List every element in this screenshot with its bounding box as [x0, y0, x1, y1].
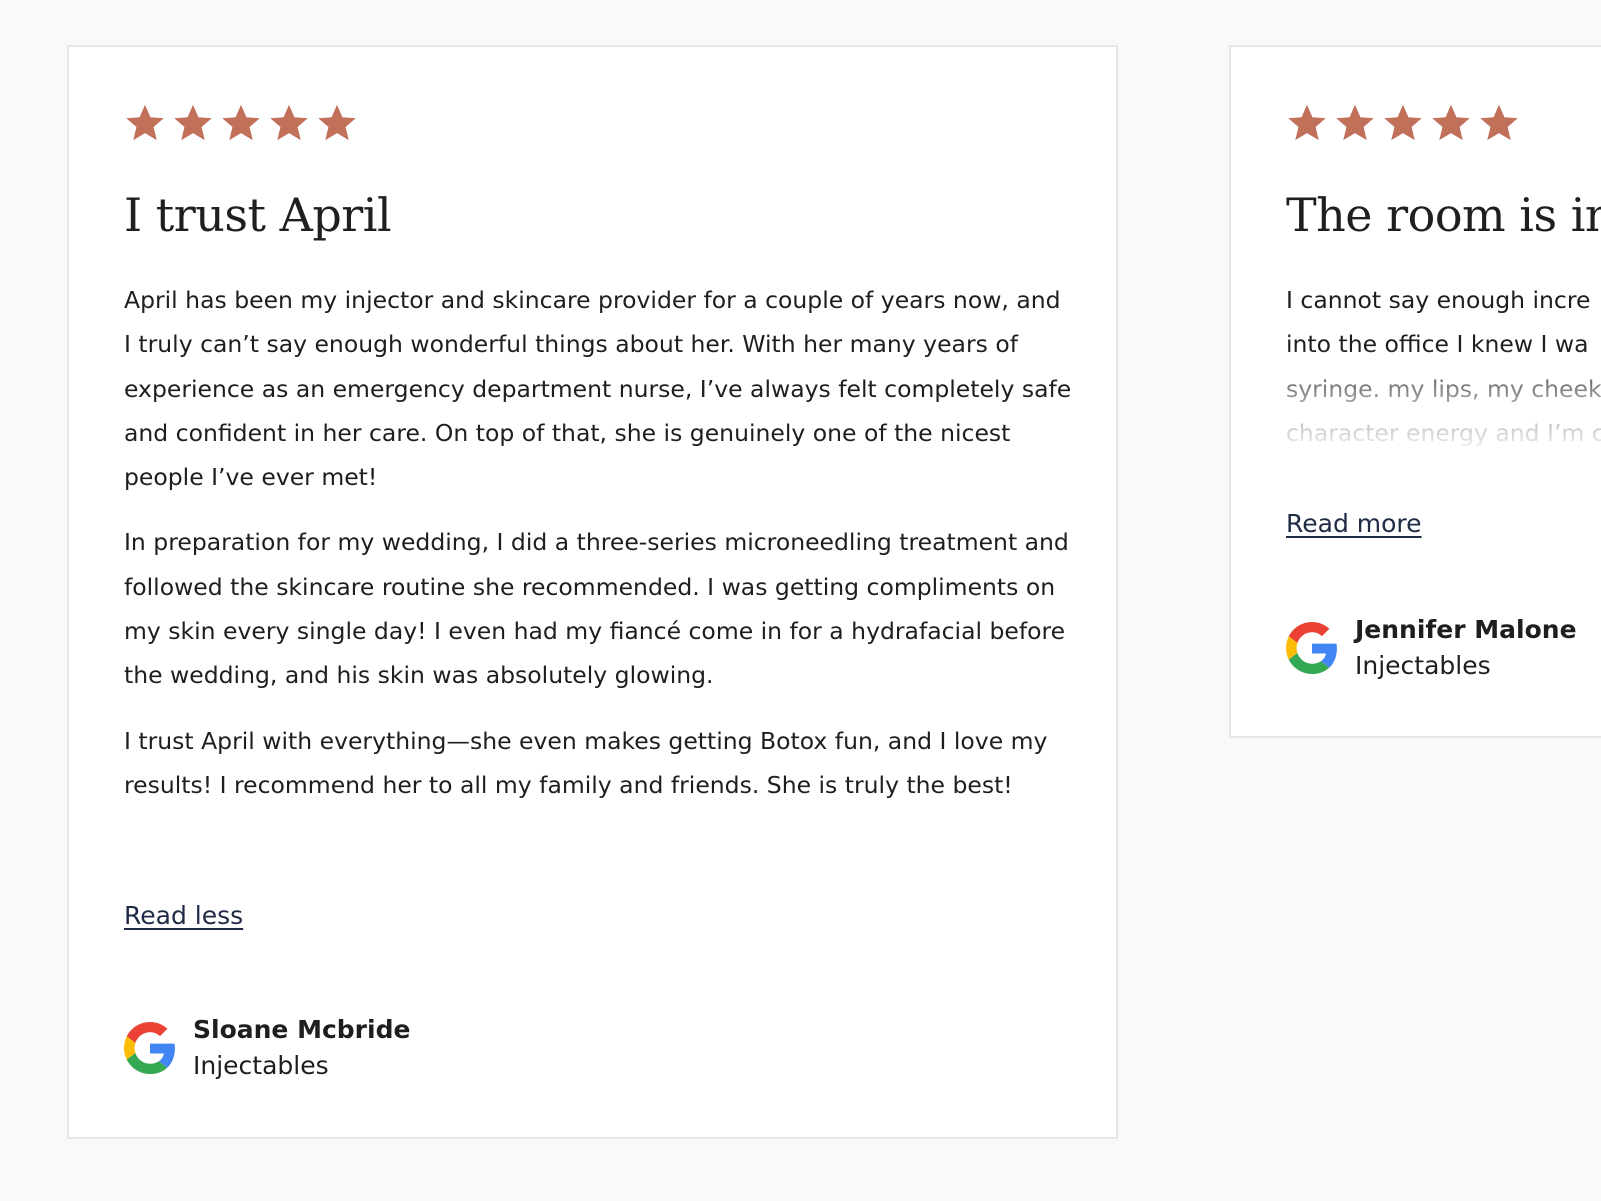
google-icon: [124, 1022, 176, 1074]
star-icon: [124, 102, 166, 144]
review-paragraph: April has been my injector and skincare …: [124, 286, 1072, 492]
star-icon: [220, 102, 262, 144]
star-icon: [1286, 102, 1328, 144]
read-less-link[interactable]: Read less: [124, 901, 243, 931]
review-title: I trust April: [124, 188, 392, 242]
star-rating: [1286, 102, 1520, 144]
author-name: Sloane Mcbride: [193, 1015, 411, 1044]
review-author: Sloane Mcbride Injectables: [124, 1012, 410, 1084]
review-author: Jennifer Malone Injectables: [1286, 612, 1577, 684]
google-icon: [1286, 622, 1338, 674]
star-icon: [1334, 102, 1376, 144]
author-name: Jennifer Malone: [1355, 615, 1577, 644]
star-icon: [1430, 102, 1472, 144]
review-title: The room is imm: [1286, 188, 1601, 242]
review-paragraph: I trust April with everything—she even m…: [124, 726, 1048, 799]
star-icon: [1382, 102, 1424, 144]
review-line: into the office I knew I wa: [1286, 330, 1589, 359]
star-icon: [1478, 102, 1520, 144]
read-more-link[interactable]: Read more: [1286, 509, 1422, 539]
star-icon: [268, 102, 310, 144]
star-icon: [316, 102, 358, 144]
review-category: Injectables: [193, 1051, 329, 1080]
review-line: syringe. my lips, my cheek: [1286, 374, 1601, 403]
review-card: The room is imm I cannot say enough incr…: [1229, 45, 1601, 738]
review-line: I cannot say enough incre: [1286, 286, 1591, 314]
review-line: character energy and I’m c: [1286, 418, 1601, 447]
review-card: I trust April April has been my injector…: [67, 45, 1118, 1139]
review-category: Injectables: [1355, 651, 1491, 680]
review-body: April has been my injector and skincare …: [124, 278, 1074, 828]
star-icon: [172, 102, 214, 144]
review-paragraph: In preparation for my wedding, I did a t…: [124, 528, 1069, 690]
review-body: I cannot say enough incre into the offic…: [1286, 278, 1601, 456]
star-rating: [124, 102, 358, 144]
